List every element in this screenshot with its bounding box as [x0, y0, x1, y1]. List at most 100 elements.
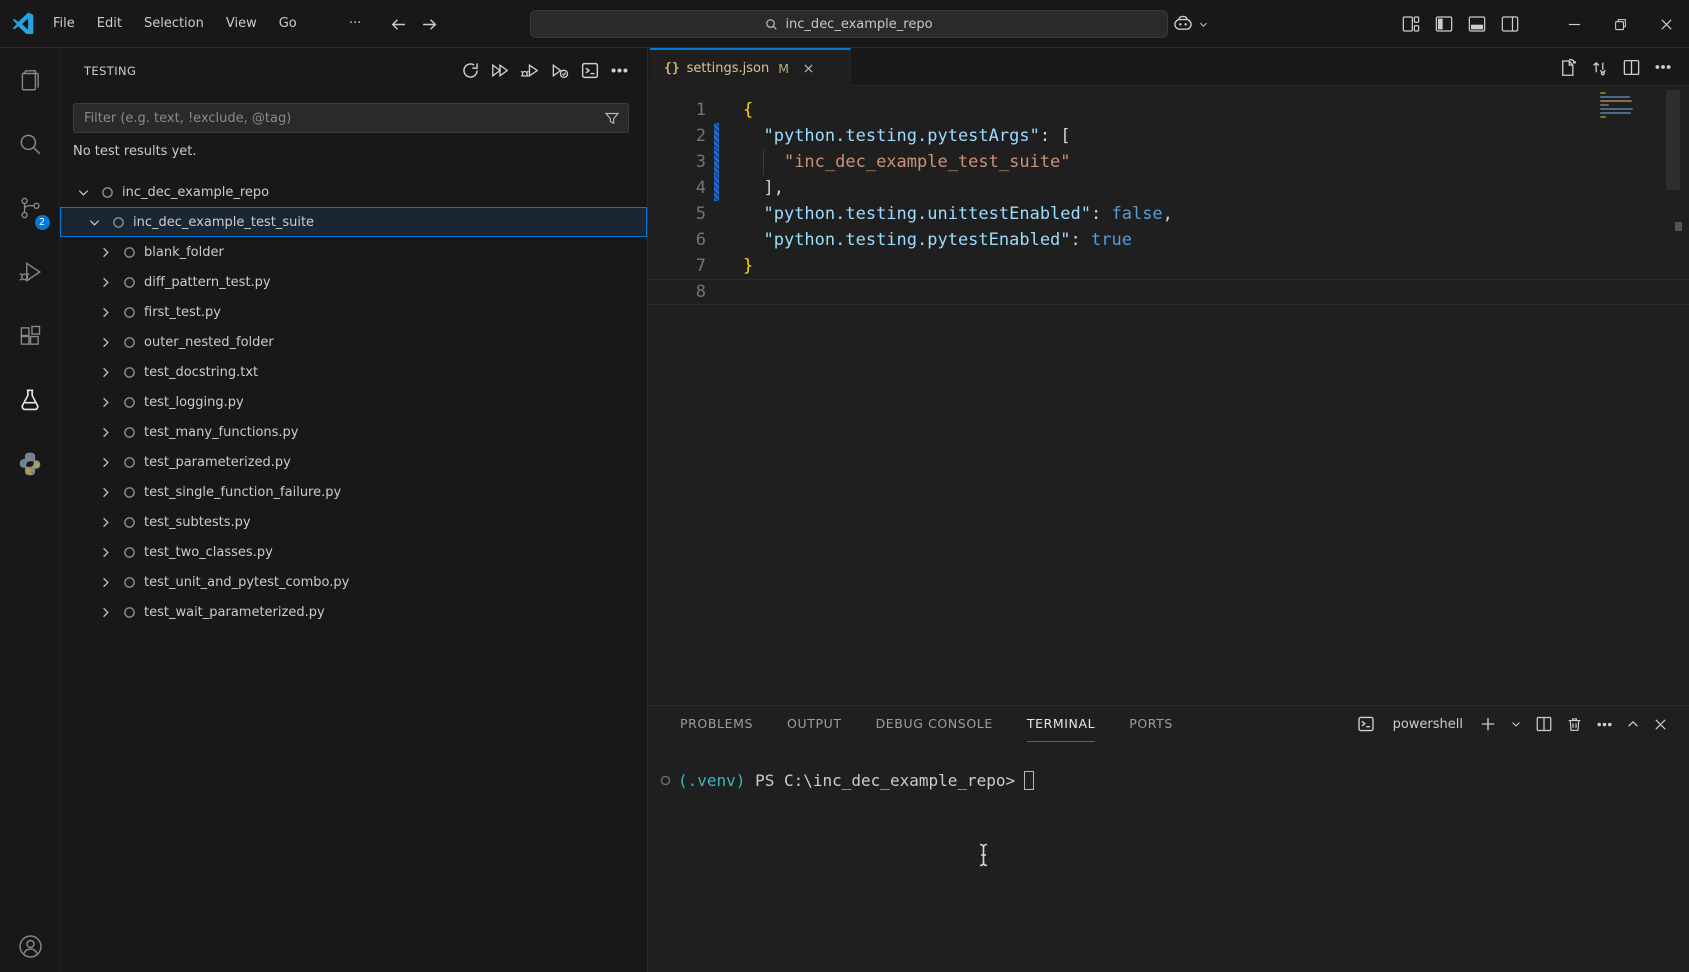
editor-scrollbar[interactable] [1666, 90, 1680, 190]
command-center-search[interactable]: inc_dec_example_repo [530, 10, 1168, 38]
minimize-button[interactable] [1551, 0, 1597, 48]
toggle-panel-icon[interactable] [1468, 15, 1486, 33]
account-icon[interactable] [0, 926, 60, 966]
copilot-icon [1172, 13, 1194, 35]
tree-item-test_docstring.txt[interactable]: test_docstring.txt [60, 357, 647, 387]
tree-item-inc_dec_example_test_suite[interactable]: inc_dec_example_test_suite [60, 207, 647, 237]
chevron-right-icon[interactable] [97, 274, 113, 290]
tree-item-test_many_functions.py[interactable]: test_many_functions.py [60, 417, 647, 447]
test-status-circle-icon [123, 366, 136, 379]
split-terminal-icon[interactable] [1535, 715, 1553, 733]
line-number: 8 [649, 280, 706, 304]
kill-terminal-icon[interactable] [1566, 716, 1583, 733]
menu-go[interactable]: Go [268, 0, 308, 48]
chevron-right-icon[interactable] [97, 604, 113, 620]
line-number: 3 [649, 149, 706, 175]
maximize-panel-icon[interactable] [1626, 717, 1640, 731]
chevron-right-icon[interactable] [97, 484, 113, 500]
mouse-ibeam-cursor [976, 842, 991, 868]
tree-item-test_unit_and_pytest_combo.py[interactable]: test_unit_and_pytest_combo.py [60, 567, 647, 597]
editor-actions [1558, 48, 1672, 86]
explorer-icon[interactable] [0, 48, 60, 112]
more-actions-icon[interactable] [610, 61, 629, 80]
split-editor-icon[interactable] [1622, 58, 1641, 77]
line-number: 5 [649, 201, 706, 227]
chevron-right-icon[interactable] [97, 394, 113, 410]
code-editor[interactable]: 1{2 "python.testing.pytestArgs": [3 "inc… [649, 86, 1689, 305]
chevron-right-icon[interactable] [97, 304, 113, 320]
test-filter-input[interactable] [74, 111, 604, 126]
debug-all-tests-icon[interactable] [520, 61, 540, 80]
chevron-right-icon[interactable] [97, 334, 113, 350]
tree-item-test_single_function_failure.py[interactable]: test_single_function_failure.py [60, 477, 647, 507]
tree-item-test_logging.py[interactable]: test_logging.py [60, 387, 647, 417]
toggle-primary-sidebar-icon[interactable] [1435, 15, 1453, 33]
open-changes-icon[interactable] [1590, 58, 1609, 77]
terminal-view[interactable]: (.venv) PS C:\inc_dec_example_repo> [649, 742, 1689, 792]
panel-tab-problems[interactable]: PROBLEMS [680, 706, 753, 742]
back-arrow-icon[interactable] [390, 16, 407, 33]
tree-item-first_test.py[interactable]: first_test.py [60, 297, 647, 327]
copilot-menu[interactable] [1172, 0, 1209, 48]
code-line-7: 7} [649, 253, 1689, 279]
close-tab-icon[interactable] [802, 62, 815, 75]
new-terminal-icon[interactable] [1479, 715, 1497, 733]
editor-more-actions-icon[interactable] [1654, 58, 1672, 76]
run-tests-with-coverage-icon[interactable] [550, 61, 570, 80]
chevron-down-icon[interactable] [86, 214, 102, 230]
panel-tab-terminal[interactable]: TERMINAL [1027, 706, 1095, 742]
tree-item-label: test_logging.py [144, 395, 244, 410]
show-test-output-icon[interactable] [580, 61, 600, 80]
filter-icon[interactable] [604, 110, 620, 126]
menu-selection[interactable]: Selection [133, 0, 215, 48]
menu-view[interactable]: View [215, 0, 268, 48]
menu-file[interactable]: File [42, 0, 86, 48]
tree-item-diff_pattern_test.py[interactable]: diff_pattern_test.py [60, 267, 647, 297]
panel-tab-debug-console[interactable]: DEBUG CONSOLE [876, 706, 993, 742]
chevron-right-icon[interactable] [97, 514, 113, 530]
forward-arrow-icon[interactable] [421, 16, 438, 33]
close-window-button[interactable] [1643, 0, 1689, 48]
customize-layout-icon[interactable] [1402, 15, 1420, 33]
tab-settings-json[interactable]: {} settings.json M [650, 48, 851, 86]
more-menu[interactable]: ··· [338, 0, 372, 48]
open-settings-ui-icon[interactable] [1558, 58, 1577, 77]
terminal-dropdown-chevron-icon[interactable] [1510, 718, 1522, 730]
chevron-right-icon[interactable] [97, 364, 113, 380]
panel-more-actions-icon[interactable] [1596, 716, 1613, 733]
panel-tab-output[interactable]: OUTPUT [787, 706, 842, 742]
tree-item-inc_dec_example_repo[interactable]: inc_dec_example_repo [60, 177, 647, 207]
python-icon[interactable] [0, 432, 60, 496]
tree-item-outer_nested_folder[interactable]: outer_nested_folder [60, 327, 647, 357]
chevron-right-icon[interactable] [97, 574, 113, 590]
chevron-right-icon[interactable] [97, 454, 113, 470]
refresh-tests-icon[interactable] [461, 61, 480, 80]
panel-tab-ports[interactable]: PORTS [1129, 706, 1173, 742]
run-and-debug-icon[interactable] [0, 240, 60, 304]
run-all-tests-icon[interactable] [490, 61, 510, 80]
powershell-terminal-icon [1357, 715, 1375, 733]
shell-label[interactable]: powershell [1393, 717, 1463, 732]
restore-button[interactable] [1597, 0, 1643, 48]
chevron-right-icon[interactable] [97, 544, 113, 560]
close-panel-icon[interactable] [1653, 717, 1668, 732]
chevron-down-icon[interactable] [75, 184, 91, 200]
testing-icon[interactable] [0, 368, 60, 432]
search-view-icon[interactable] [0, 112, 60, 176]
tree-item-test_parameterized.py[interactable]: test_parameterized.py [60, 447, 647, 477]
chevron-right-icon[interactable] [97, 424, 113, 440]
tree-item-test_wait_parameterized.py[interactable]: test_wait_parameterized.py [60, 597, 647, 627]
source-control-icon[interactable]: 2 [0, 176, 60, 240]
menu-edit[interactable]: Edit [86, 0, 133, 48]
tree-item-test_subtests.py[interactable]: test_subtests.py [60, 507, 647, 537]
testing-header: TESTING [60, 48, 647, 94]
menu-bar: FileEditSelectionViewGo [42, 0, 308, 48]
toggle-secondary-sidebar-icon[interactable] [1501, 15, 1519, 33]
tree-item-test_two_classes.py[interactable]: test_two_classes.py [60, 537, 647, 567]
tree-item-blank_folder[interactable]: blank_folder [60, 237, 647, 267]
minimap[interactable] [1600, 92, 1634, 120]
tree-item-label: test_docstring.txt [144, 365, 258, 380]
code-text: "inc_dec_example_test_suite" [743, 149, 1689, 175]
extensions-icon[interactable] [0, 304, 60, 368]
chevron-right-icon[interactable] [97, 244, 113, 260]
